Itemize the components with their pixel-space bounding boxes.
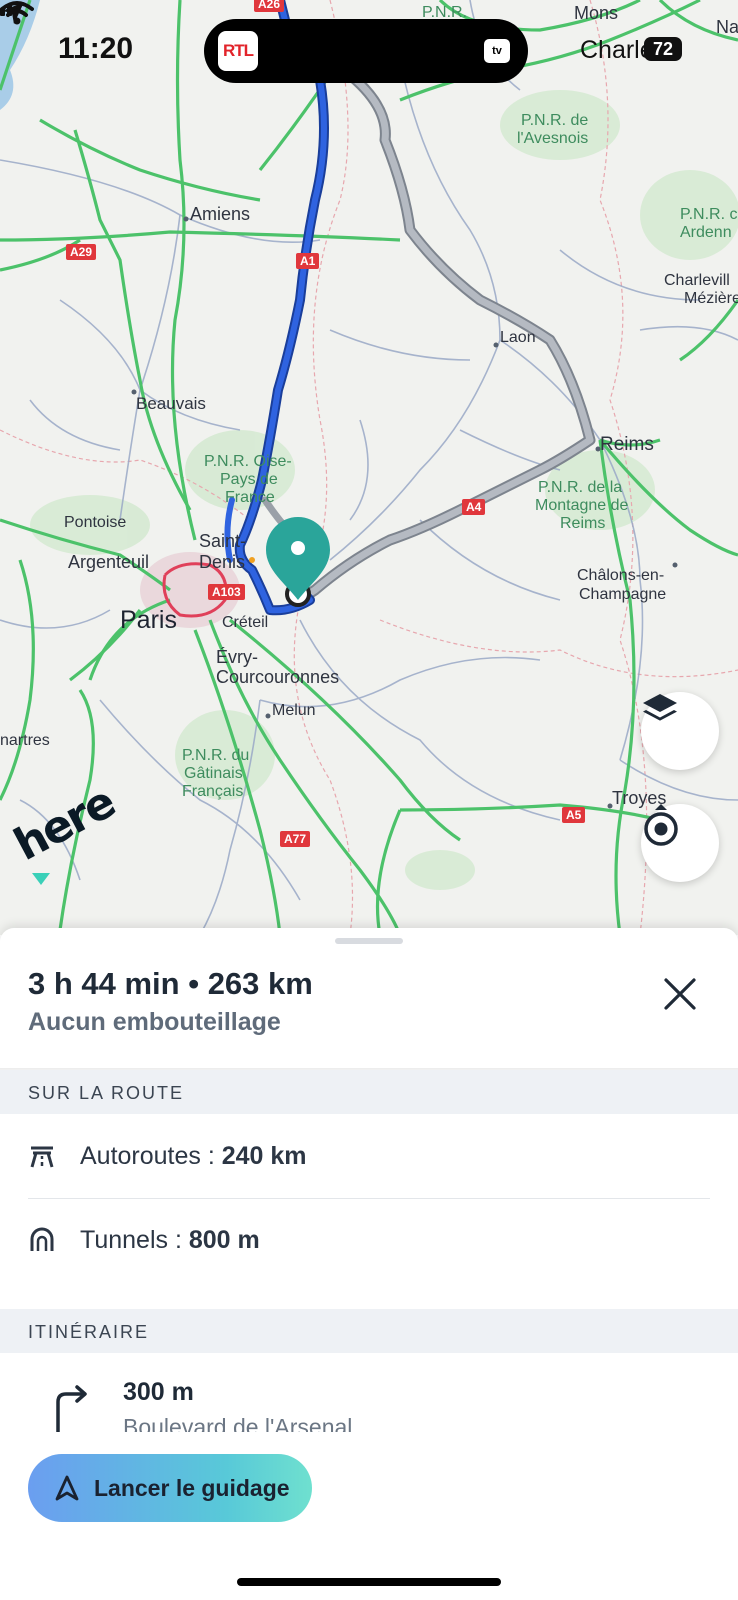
map-label-na: Na: [716, 17, 738, 37]
map-view[interactable]: Amiens Beauvais Laon Reims Pontoise Arge…: [0, 0, 738, 935]
map-label-mons: Mons: [574, 3, 619, 23]
here-logo-mark: [32, 873, 50, 885]
map-label-beauvais: Beauvais: [136, 394, 206, 413]
traffic-status: Aucun embouteillage: [28, 1008, 281, 1036]
map-label-paris: Paris: [120, 606, 177, 634]
road-shield-a26: A26: [254, 0, 285, 12]
park-label-reims-2: Montagne de: [535, 497, 629, 514]
map-label-chalons-2: Champagne: [579, 586, 667, 603]
road-shield-a29: A29: [66, 244, 97, 260]
park-label-ardennes-2: Ardenn: [680, 224, 732, 241]
on-route-header-label: SUR LA ROUTE: [28, 1083, 185, 1103]
carrier-name: Charle: [580, 36, 654, 64]
park-label-ardennes-1: P.N.R. c: [680, 206, 738, 223]
park-label-avesnois-1: P.N.R. de: [521, 112, 589, 129]
map-label-evry-1: Évry-: [216, 647, 258, 667]
park-label-reims-3: Reims: [560, 515, 606, 532]
park-label-oise-1: P.N.R. Oise-: [204, 453, 292, 470]
start-guidance-button[interactable]: Lancer le guidage: [28, 1454, 312, 1522]
route-info-tunnels: Tunnels : 800 m: [0, 1198, 738, 1280]
road-shield-a5: A5: [562, 807, 586, 823]
battery-indicator: 72: [644, 37, 682, 61]
route-info-highways: Autoroutes : 240 km: [0, 1114, 738, 1196]
map-label-chartres: nartres: [0, 732, 50, 749]
map-label-laon: Laon: [500, 329, 536, 346]
road-shield-a4: A4: [462, 499, 486, 515]
park-label-avesnois-2: l'Avesnois: [517, 130, 589, 147]
map-label-charleville-2: Mézière: [684, 290, 738, 307]
map-label-melun: Melun: [272, 702, 316, 719]
highway-icon: [30, 1146, 54, 1168]
highways-value: 240 km: [221, 1142, 307, 1170]
highways-label: Autoroutes :: [80, 1142, 222, 1170]
navigation-arrow-icon: [55, 1475, 79, 1501]
map-label-pontoise: Pontoise: [64, 514, 127, 531]
park-label-reims-1: P.N.R. de la: [538, 479, 623, 496]
sheet-drag-handle[interactable]: [335, 938, 403, 944]
itinerary-header-label: ITINÉRAIRE: [28, 1322, 150, 1342]
on-route-section-header: SUR LA ROUTE: [0, 1070, 738, 1114]
tunnels-label: Tunnels :: [80, 1226, 189, 1254]
map-label-evry-2: Courcouronnes: [216, 667, 340, 687]
map-label-saint-denis-1: Saint-: [199, 531, 247, 551]
recenter-icon: [644, 804, 678, 846]
map-label-argenteuil: Argenteuil: [68, 552, 150, 572]
map-label-chalons-1: Châlons-en-: [577, 567, 665, 584]
itinerary-section-header: ITINÉRAIRE: [0, 1309, 738, 1353]
map-label-reims: Reims: [600, 434, 654, 455]
bottom-action-bar: Lancer le guidage: [0, 1432, 738, 1600]
close-icon[interactable]: [660, 974, 700, 1014]
park-label-gatinais-3: Français: [182, 783, 244, 800]
tunnel-icon: [30, 1227, 54, 1251]
tunnels-value: 800 m: [188, 1226, 260, 1254]
park-label-gatinais-1: P.N.R. du: [182, 747, 250, 764]
park-label-oise-2: Pays de: [220, 471, 278, 488]
park-label-oise-3: France: [225, 489, 275, 506]
route-duration-distance: 3 h 44 min • 263 km: [28, 966, 313, 1001]
map-label-creteil: Créteil: [222, 614, 269, 631]
start-guidance-label: Lancer le guidage: [94, 1474, 290, 1501]
layers-icon: [643, 694, 677, 721]
wifi-icon: [0, 1, 34, 25]
home-indicator[interactable]: [237, 1578, 501, 1586]
live-activity-app-icon: RTL: [218, 31, 258, 71]
park-label-gatinais-2: Gâtinais: [184, 765, 243, 782]
turn-right-icon: [56, 1385, 87, 1434]
map-layers-button[interactable]: [641, 692, 719, 770]
dynamic-island[interactable]: RTL tv: [204, 19, 528, 83]
map-label-saint-denis-2: Denis: [199, 552, 246, 572]
recenter-button[interactable]: [641, 804, 719, 882]
apple-tv-icon: tv: [484, 39, 510, 63]
status-time: 11:20: [58, 32, 134, 65]
first-step-distance: 300 m: [123, 1378, 194, 1406]
map-label-charleville-1: Charlevill: [664, 272, 730, 289]
road-shield-a1: A1: [296, 253, 320, 269]
road-shield-a77: A77: [280, 831, 311, 847]
map-label-amiens: Amiens: [190, 204, 251, 224]
road-shield-a103: A103: [208, 584, 245, 600]
